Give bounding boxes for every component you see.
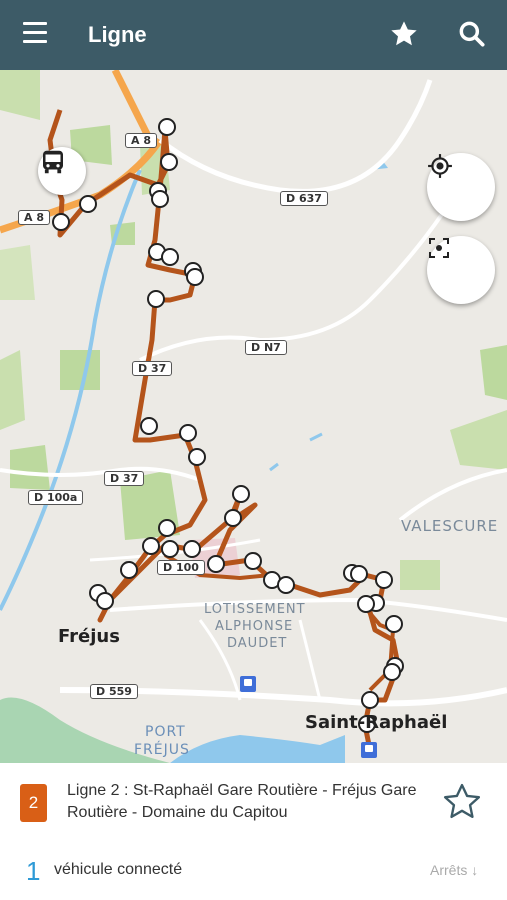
search-icon — [459, 21, 485, 47]
favorite-line-button[interactable] — [440, 780, 486, 826]
vehicle-count: 1 — [26, 856, 41, 886]
place-label: FRÉJUS — [134, 742, 190, 758]
road-label: D 637 — [280, 191, 328, 206]
my-location-icon — [428, 154, 452, 178]
my-location-button[interactable] — [427, 153, 495, 221]
vehicle-count-label: véhicule connecté — [54, 861, 183, 878]
road-label: A 8 — [125, 133, 157, 148]
line-number-badge: 2 — [20, 784, 47, 822]
fit-route-button[interactable] — [427, 236, 495, 304]
menu-icon — [20, 22, 50, 43]
city-label: Fréjus — [58, 626, 120, 647]
road-label: D 559 — [90, 684, 138, 699]
place-label: PORT — [145, 724, 186, 740]
star-outline-icon — [443, 783, 481, 819]
road-label: D 37 — [132, 361, 173, 376]
road-label: D 37 — [104, 471, 145, 486]
favorites-button[interactable] — [388, 18, 420, 50]
road-label: A 8 — [18, 210, 50, 225]
line-name: Ligne 2 : St-Raphaël Gare Routière - Fré… — [67, 782, 417, 821]
menu-button[interactable] — [20, 22, 50, 48]
place-label: DAUDET — [227, 636, 288, 651]
place-label: ALPHONSE — [215, 619, 294, 634]
road-label: D 100 — [157, 560, 205, 575]
road-label: D 100a — [28, 490, 84, 505]
place-label: LOTISSEMENT — [204, 602, 306, 617]
page-title: Ligne — [88, 22, 147, 47]
place-label: VALESCURE — [401, 517, 499, 535]
road-label: D N7 — [245, 340, 287, 355]
fit-route-icon — [429, 238, 449, 258]
bus-icon — [43, 150, 63, 174]
city-label: Saint-Raphaël — [305, 712, 448, 733]
search-button[interactable] — [456, 18, 488, 50]
vehicle-marker[interactable] — [38, 147, 86, 195]
app-bar: Ligne — [0, 0, 507, 70]
stops-button[interactable]: Arrêts ↓ — [430, 862, 478, 878]
star-icon — [391, 21, 417, 46]
map-view[interactable]: A 8 A 8 D 637 D N7 D 37 D 37 D 100a D 10… — [0, 70, 507, 763]
